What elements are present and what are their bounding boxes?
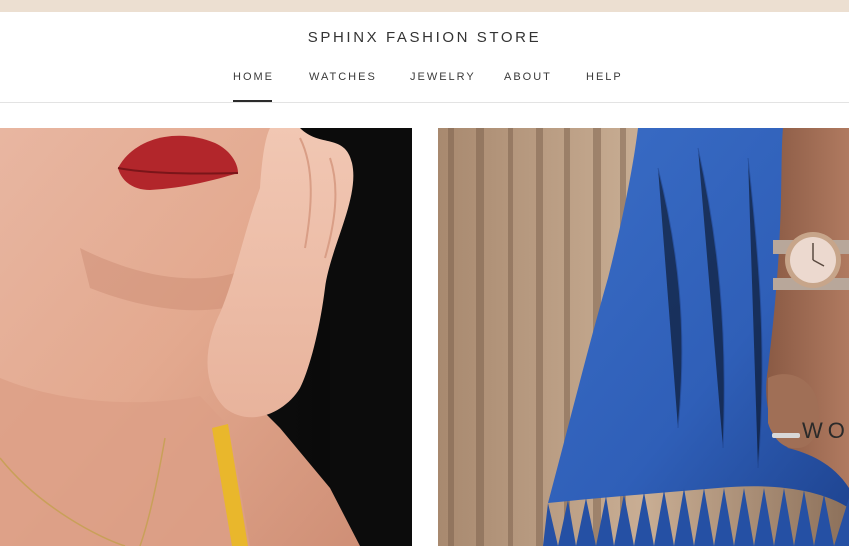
nav-item-jewelry[interactable]: JEWELRY bbox=[410, 71, 476, 103]
site-header: SPHINX FASHION STORE HOME WATCHES JEWELR… bbox=[0, 12, 849, 103]
nav-item-help[interactable]: HELP bbox=[586, 71, 623, 103]
hero-caption: WO bbox=[802, 418, 849, 443]
nav-item-about[interactable]: ABOUT bbox=[504, 71, 552, 103]
main-nav: HOME WATCHES JEWELRY ABOUT HELP bbox=[0, 71, 849, 103]
nav-item-watches[interactable]: WATCHES bbox=[309, 71, 377, 103]
promo-bar bbox=[0, 0, 849, 12]
hero-image-jewelry-model[interactable] bbox=[0, 128, 412, 546]
portrait-illustration bbox=[0, 128, 412, 546]
watch-illustration bbox=[438, 128, 849, 546]
nav-item-home[interactable]: HOME bbox=[233, 71, 274, 103]
hero-image-watch-model[interactable] bbox=[438, 128, 849, 546]
store-logo-title[interactable]: SPHINX FASHION STORE bbox=[0, 29, 849, 46]
